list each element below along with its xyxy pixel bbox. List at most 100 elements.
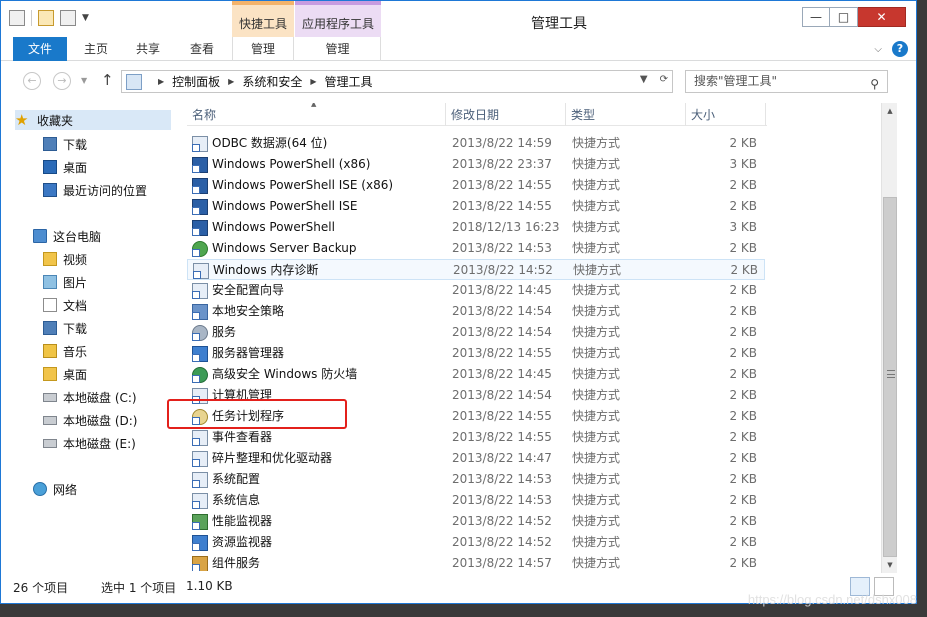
file-row[interactable]: 资源监视器 2013/8/22 14:52 快捷方式 2 KB [187,532,765,553]
tab-file[interactable]: 文件 [13,37,67,61]
scroll-down-icon[interactable]: ▼ [882,557,898,573]
file-date: 2013/8/22 14:53 [452,493,552,507]
file-row[interactable]: 服务 2013/8/22 14:54 快捷方式 2 KB [187,322,765,343]
file-row[interactable]: 系统信息 2013/8/22 14:53 快捷方式 2 KB [187,490,765,511]
address-bar[interactable]: ▶ 控制面板 ▶ 系统和安全 ▶ 管理工具 ▼ ⟳ [121,70,673,93]
file-size: 3 KB [729,157,757,171]
file-row[interactable]: 碎片整理和优化驱动器 2013/8/22 14:47 快捷方式 2 KB [187,448,765,469]
maximize-button[interactable]: □ [830,7,858,27]
chevron-right-icon[interactable]: ▶ [228,77,234,86]
nav-item-videos[interactable]: 视频 [43,249,87,269]
tab-view[interactable]: 查看 [179,37,225,61]
file-name: 性能监视器 [212,514,273,528]
nav-item-recent-places[interactable]: 最近访问的位置 [43,180,147,200]
file-date: 2013/8/22 14:52 [453,263,553,277]
nav-network[interactable]: 网络 [33,479,77,499]
column-header-date[interactable]: 修改日期 [446,103,566,126]
tab-home[interactable]: 主页 [75,37,117,61]
file-row[interactable]: 组件服务 2013/8/22 14:57 快捷方式 2 KB [187,553,765,571]
ribbon-right-controls: ⌵ ? [874,41,908,57]
file-row[interactable]: 高级安全 Windows 防火墙 2013/8/22 14:45 快捷方式 2 KB [187,364,765,385]
file-size: 2 KB [729,451,757,465]
file-date: 2013/8/22 14:54 [452,325,552,339]
file-name-cell: 系统信息 [192,490,260,511]
folder-icon[interactable] [60,10,76,26]
file-name: Windows PowerShell (x86) [212,157,371,171]
back-arrow-icon[interactable]: ← [23,72,41,90]
file-row[interactable]: Windows PowerShell ISE 2013/8/22 14:55 快捷方… [187,196,765,217]
nav-item-desktop-pc[interactable]: 桌面 [43,364,87,384]
file-name-cell: 高级安全 Windows 防火墙 [192,364,357,385]
file-row[interactable]: Windows Server Backup 2013/8/22 14:53 快捷方式… [187,238,765,259]
column-header-name[interactable]: 名称 [187,103,446,126]
nav-item-downloads[interactable]: 下载 [43,134,87,154]
file-size: 2 KB [729,388,757,402]
file-name-cell: 安全配置向导 [192,280,284,301]
chevron-right-icon[interactable]: ▶ [310,77,316,86]
backup-icon [192,240,208,257]
file-size: 2 KB [729,409,757,423]
search-icon[interactable]: ⚲ [870,74,879,95]
up-arrow-icon[interactable]: ↑ [101,71,114,89]
close-button[interactable]: ✕ [858,7,906,27]
nav-item-downloads-pc[interactable]: 下载 [43,318,87,338]
nav-item-pictures[interactable]: 图片 [43,272,87,292]
nav-item-label: 桌面 [63,367,88,382]
breadcrumb-admin-tools[interactable]: 管理工具 [325,73,373,90]
forward-arrow-icon[interactable]: → [53,72,71,90]
nav-favorites[interactable]: ★ 收藏夹 [15,110,171,130]
nav-item-music[interactable]: 音乐 [43,341,87,361]
file-row[interactable]: 事件查看器 2013/8/22 14:55 快捷方式 2 KB [187,427,765,448]
file-size: 2 KB [730,263,758,277]
window-title: 管理工具 [531,16,587,32]
help-icon[interactable]: ? [892,41,908,57]
column-header-size[interactable]: 大小 [686,103,766,126]
file-row[interactable]: Windows PowerShell 2018/12/13 16:23 快捷方式 3 … [187,217,765,238]
nav-item-drive-c[interactable]: 本地磁盘 (C:) [43,387,137,407]
vertical-scrollbar[interactable]: ▲ ▼ [881,103,897,573]
file-name-cell: 碎片整理和优化驱动器 [192,448,332,469]
nav-item-desktop[interactable]: 桌面 [43,157,87,177]
firewall-icon [192,366,208,383]
refresh-icon[interactable]: ⟳ [660,74,668,85]
tab-manage-app[interactable]: 管理 [295,37,381,61]
file-name: ODBC 数据源(64 位) [212,136,328,150]
file-row[interactable]: 性能监视器 2013/8/22 14:52 快捷方式 2 KB [187,511,765,532]
nav-item-documents[interactable]: 文档 [43,295,87,315]
file-row[interactable]: 服务器管理器 2013/8/22 14:55 快捷方式 2 KB [187,343,765,364]
breadcrumb-system-security[interactable]: 系统和安全 [242,73,302,90]
file-row[interactable]: ODBC 数据源(64 位) 2013/8/22 14:59 快捷方式 2 KB [187,133,765,154]
scroll-thumb[interactable] [883,197,897,557]
nav-item-label: 图片 [63,275,88,290]
file-row[interactable]: Windows PowerShell (x86) 2013/8/22 23:37 快… [187,154,765,175]
file-row[interactable]: Windows 内存诊断 2013/8/22 14:52 快捷方式 2 KB [187,259,765,280]
new-folder-icon[interactable] [38,10,54,26]
nav-item-drive-e[interactable]: 本地磁盘 (E:) [43,433,136,453]
file-size: 2 KB [729,199,757,213]
file-size: 2 KB [729,325,757,339]
file-row[interactable]: 系统配置 2013/8/22 14:53 快捷方式 2 KB [187,469,765,490]
file-date: 2013/8/22 14:45 [452,367,552,381]
tab-manage-shortcut[interactable]: 管理 [232,37,294,61]
file-row[interactable]: 安全配置向导 2013/8/22 14:45 快捷方式 2 KB [187,280,765,301]
scroll-up-icon[interactable]: ▲ [882,103,898,119]
tab-share[interactable]: 共享 [127,37,169,61]
file-date: 2013/8/22 14:47 [452,451,552,465]
search-input[interactable]: 搜索"管理工具" ⚲ [685,70,888,93]
customize-dropdown-icon[interactable]: ▼ [82,13,89,23]
file-row[interactable]: 本地安全策略 2013/8/22 14:54 快捷方式 2 KB [187,301,765,322]
nav-this-pc-label: 这台电脑 [53,229,102,244]
breadcrumb-control-panel[interactable]: 控制面板 [172,73,220,90]
expand-ribbon-icon[interactable]: ⌵ [874,44,882,55]
nav-this-pc[interactable]: 这台电脑 [33,226,101,246]
address-dropdown-icon[interactable]: ▼ [640,74,648,85]
column-header-type[interactable]: 类型 [566,103,686,126]
file-row[interactable]: Windows PowerShell ISE (x86) 2013/8/22 14… [187,175,765,196]
explorer-window: ▼ 快捷工具 应用程序工具 管理工具 — □ ✕ 文件 主页 共享 查看 管理 … [0,0,917,604]
file-name: 事件查看器 [212,430,273,444]
properties-icon[interactable] [9,10,25,26]
chevron-right-icon[interactable]: ▶ [158,77,164,86]
recent-locations-dropdown-icon[interactable]: ▼ [81,76,87,85]
minimize-button[interactable]: — [802,7,830,27]
nav-item-drive-d[interactable]: 本地磁盘 (D:) [43,410,137,430]
